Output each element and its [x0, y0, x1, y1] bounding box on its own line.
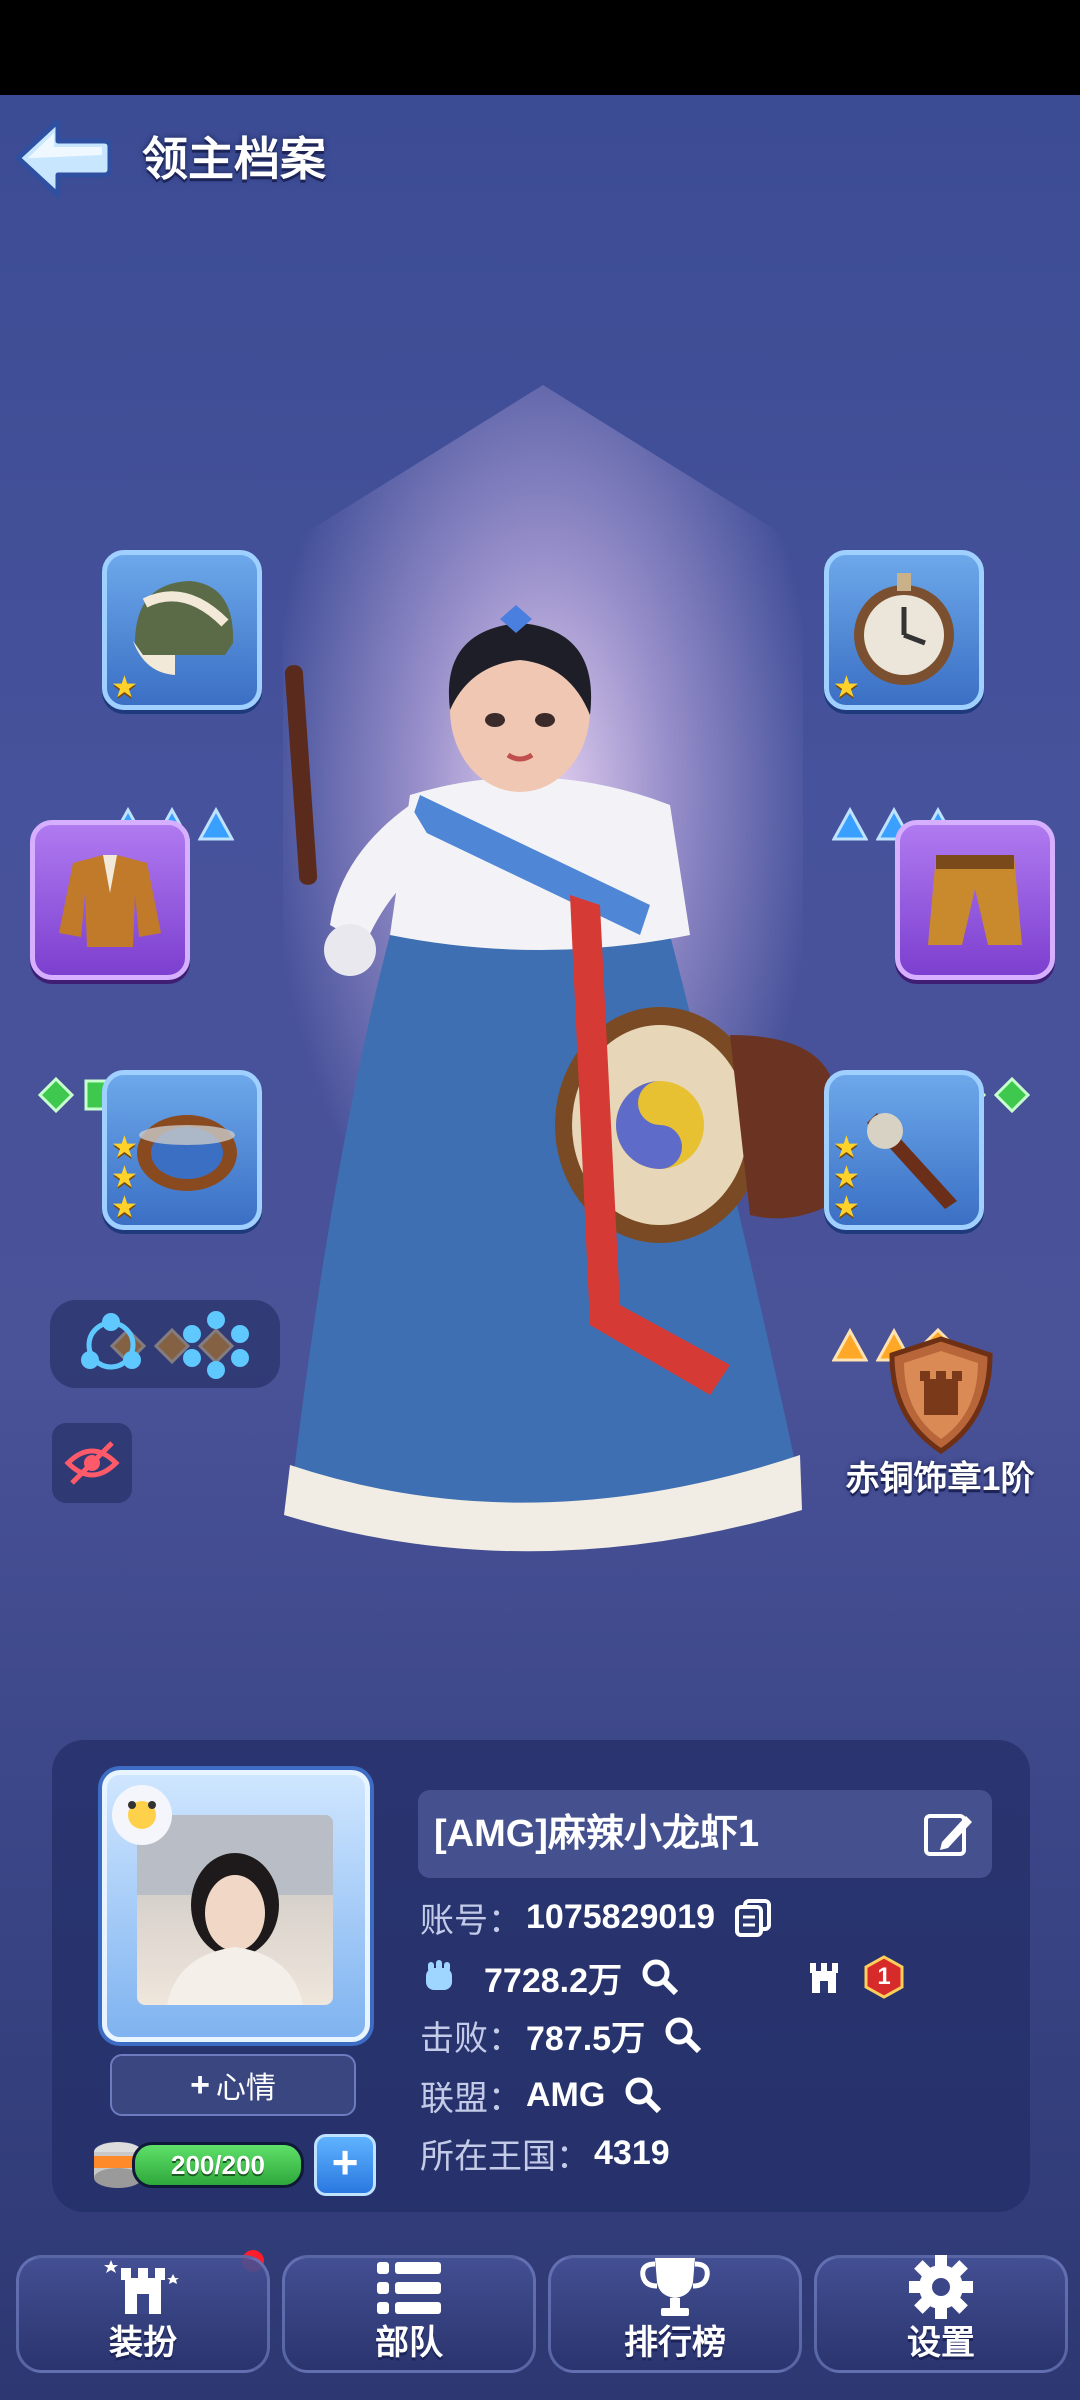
nav-ranking-label: 排行榜 — [624, 2324, 726, 2362]
kingdom-label: 所在王国： — [420, 2137, 590, 2176]
player-name-box[interactable]: [AMG]麻辣小龙虾1 — [418, 1790, 992, 1878]
kills-value: 787.5万 — [526, 2019, 646, 2058]
nav-ranking-button[interactable]: 排行榜 — [548, 2255, 802, 2373]
nav-dress-button[interactable]: 装扮 — [16, 2255, 270, 2373]
header: 领主档案 — [0, 95, 1080, 215]
star-rating: ★ ★ ★ — [833, 1131, 860, 1224]
hide-toggle-button[interactable] — [52, 1423, 132, 1503]
pocket-watch-slot[interactable]: ★ — [824, 550, 984, 710]
nav-troops-button[interactable]: 部队 — [282, 2255, 536, 2373]
green-diamond-gem-icon — [994, 1077, 1030, 1113]
page-title: 领主档案 — [142, 133, 326, 185]
stamina-meter: 200/200 + — [88, 2132, 378, 2196]
three-node-skill-icon[interactable] — [76, 1310, 146, 1380]
nav-settings-label: 设置 — [907, 2324, 975, 2362]
kingdom-row: 所在王国： 4319 — [420, 2128, 670, 2178]
power-row: 7728.2万 1 — [420, 1952, 906, 2002]
edit-icon[interactable] — [922, 1808, 974, 1860]
stamina-bar: 200/200 — [132, 2142, 304, 2188]
rank-number: 1 — [877, 1963, 891, 1990]
pants-icon — [928, 855, 1022, 945]
kills-label: 击败： — [420, 2019, 522, 2058]
weapon-slot[interactable]: ★ ★ ★ — [824, 1070, 984, 1230]
power-value: 7728.2万 — [484, 1961, 622, 2000]
search-icon[interactable] — [640, 1957, 680, 1997]
mood-button[interactable]: + 心情 — [110, 2054, 356, 2116]
add-stamina-button[interactable]: + — [314, 2134, 376, 2196]
back-arrow-icon[interactable] — [12, 113, 112, 203]
jacket-icon — [59, 855, 161, 947]
avatar[interactable] — [102, 1770, 370, 2042]
emblem-label: 赤铜饰章1阶 — [845, 1460, 1035, 1498]
alliance-value: AMG — [526, 2075, 606, 2114]
blue-triangle-gem-icon — [832, 807, 868, 841]
rank-badge: 1 — [862, 1955, 906, 1999]
helmet-slot[interactable]: ★ — [102, 550, 262, 710]
profile-panel: + 心情 200/200 + [AMG]麻辣小龙虾1 账号： 107582901… — [52, 1740, 1030, 2212]
player-name: [AMG]麻辣小龙虾1 — [434, 1813, 760, 1855]
castle-icon — [810, 1963, 838, 1993]
green-diamond-gem-icon — [38, 1077, 74, 1113]
blue-triangle-gem-icon — [198, 807, 234, 841]
star-rating: ★ — [111, 671, 138, 704]
stamina-text: 200/200 — [171, 2150, 265, 2180]
nav-troops-label: 部队 — [375, 2324, 443, 2362]
fist-power-icon — [426, 1960, 452, 1990]
jacket-slot[interactable] — [30, 820, 190, 980]
kills-row: 击败： 787.5万 — [420, 2010, 703, 2060]
lord-character — [284, 605, 830, 1552]
ring-slot[interactable]: ★ ★ ★ — [102, 1070, 262, 1230]
account-value: 1075829019 — [526, 1897, 716, 1936]
account-row: 账号： 1075829019 — [420, 1892, 773, 1942]
search-icon[interactable] — [623, 2075, 663, 2115]
list-icon — [377, 2262, 441, 2314]
pants-slot[interactable] — [895, 820, 1055, 980]
mood-label: 心情 — [215, 2072, 276, 2105]
eye-off-icon — [64, 1441, 120, 1485]
trophy-icon — [640, 2258, 710, 2316]
bronze-shield-icon — [889, 1336, 993, 1454]
nav-dress-label: 装扮 — [109, 2324, 177, 2362]
snowman-decoration-icon — [112, 1785, 172, 1845]
star-rating: ★ ★ ★ — [111, 1131, 138, 1224]
six-node-skill-icon[interactable] — [180, 1310, 252, 1380]
plus-icon: + — [190, 2065, 210, 2104]
search-icon[interactable] — [663, 2015, 703, 2055]
gear-icon — [909, 2255, 973, 2319]
emblem-badge[interactable]: 赤铜饰章1阶 — [820, 1335, 1060, 1535]
nav-settings-button[interactable]: 设置 — [814, 2255, 1068, 2373]
star-rating: ★ — [833, 671, 860, 704]
kingdom-value: 4319 — [594, 2133, 670, 2172]
alliance-label: 联盟： — [420, 2079, 522, 2118]
skill-set-toggle — [50, 1300, 280, 1388]
profile-screen: 领主档案 ★ ★ ★ ★ ★ ★ ★ ★ 赤铜饰章1阶 + 心情 200/200… — [0, 95, 1080, 2400]
copy-icon[interactable] — [733, 1897, 773, 1937]
bottom-nav: 装扮 部队 排行榜 设置 — [0, 2255, 1080, 2400]
castle-dress-icon — [104, 2260, 179, 2314]
account-label: 账号： — [420, 1901, 522, 1940]
alliance-row: 联盟： AMG — [420, 2070, 663, 2120]
